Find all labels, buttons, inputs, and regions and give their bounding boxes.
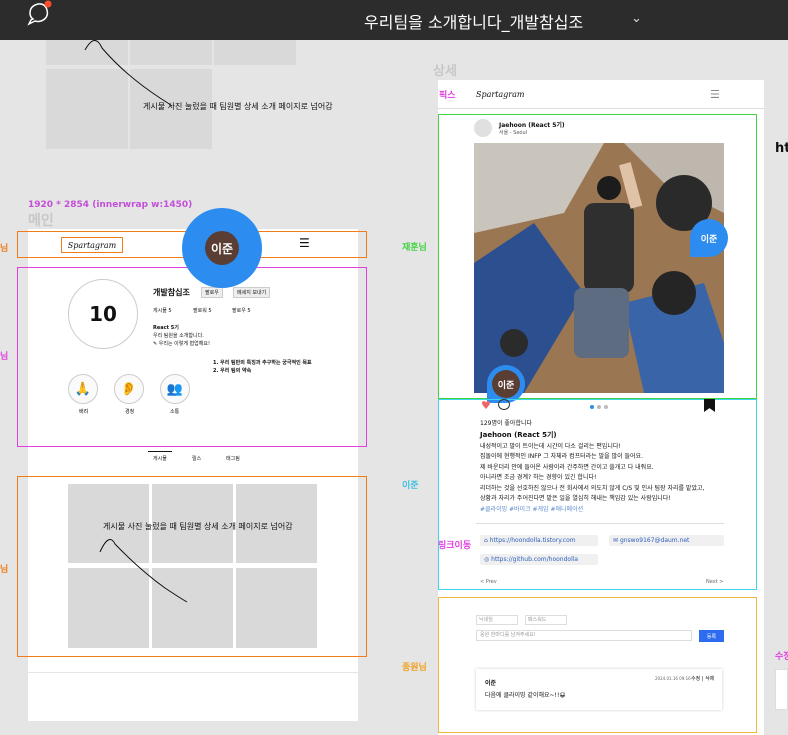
password-input[interactable]: 패스워드 [525,615,567,625]
comment-author: 이준 [485,680,497,687]
link-text[interactable]: gnswo9167@daum.net [620,537,689,544]
avatar [474,119,492,137]
side-label: 픽스 [439,91,456,101]
heart-icon[interactable]: ♥ [481,399,491,412]
tab-reels[interactable]: 릴스 [192,455,201,462]
annotation-arrow [99,539,188,603]
bio-line: 우리 팀원을 소개합니다. [153,333,204,339]
bio-title: React 5기 [153,325,179,331]
divider [28,672,358,673]
comment-actions[interactable]: 수정 | 삭제 [691,675,714,682]
climbing-photo [474,143,724,393]
side-label: 님 [0,565,9,575]
github-link[interactable]: ◎ https://github.com/hoondolla [480,554,598,565]
pray-icon[interactable]: 🙏 [68,374,98,404]
side-label: 이준 [402,481,419,491]
bio-line: ✎ 우리는 이렇게 협업해요! [153,341,210,347]
post-line: 집돌이에 현행적인 INFP 그 자체라 컴프터라는 말을 많이 들어요. [480,453,643,460]
post-line: 상황과 자리가 주어진다면 맡은 일을 열심히 해내는 책임감 있는 사람입니다… [480,495,671,502]
stat-following: 팔로우 5 [232,308,251,314]
nickname-input[interactable]: 닉네임 [476,615,518,625]
post-line: 제 바운더리 안에 들어온 사람이라 간주하면 간이고 쓸개고 다 내줘요. [480,464,654,471]
email-link[interactable]: ✉ gnswo9167@daum.net [609,535,724,546]
chevron-down-icon[interactable]: ⌄ [631,11,642,26]
follow-button[interactable]: 팔로우 [201,287,223,298]
link-text[interactable]: https://github.com/hoondolla [491,556,578,563]
tab-tagged[interactable]: 태그됨 [226,455,240,462]
menu-icon[interactable]: ☰ [710,88,720,101]
ear-icon[interactable]: 👂 [114,374,144,404]
prev-button[interactable]: < Prev [480,579,497,585]
post-line: 리더하는 것을 선호하진 않으나 전 회사에서 의도치 않게 C/S 및 인사 … [480,485,705,492]
post-line: 아니라면 조금 경계? 하는 경향이 있긴 합니다! [480,474,597,481]
divider [438,108,764,109]
side-label: 종원님 [402,663,427,673]
divider [476,523,724,524]
post-photo[interactable] [474,143,724,393]
blog-link[interactable]: ⌂ https://hoondolla.tistory.com [480,535,598,546]
cursor-name: 이준 [492,370,520,398]
partial-label: ht [775,141,788,156]
active-tab-indicator [148,451,172,452]
annotation-arrow [84,40,173,107]
collaborator-cursor: 이준 [690,219,728,257]
profile-annotation-box [17,267,367,447]
team-name: 개발참십조 [153,288,190,297]
next-button[interactable]: Next > [706,579,723,585]
cursor-name: 이준 [205,231,239,265]
side-label: 님 [0,244,9,254]
carousel-dot[interactable] [604,405,608,409]
avatar: 10 [68,279,138,349]
section-title: 메인 [28,213,54,229]
link-text[interactable]: https://hoondolla.tistory.com [490,537,576,544]
annotation-text: 게시물 사진 눌렀을 때 팀원별 상세 소개 페이지로 넘어감 [143,102,333,111]
goal-item: 2. 우리 팀의 약속 [213,368,252,374]
post-tags[interactable]: #클라이밍 #바이크 #게임 #애니메이션 [480,504,583,513]
cursor-name: 이준 [696,225,722,251]
highlight-label: 소통 [170,409,180,415]
highlight-label: 배려 [79,409,89,415]
post-headline: Jaehoon (React 5기) [480,431,557,439]
side-label: 수정 [775,652,788,662]
post-author[interactable]: Jaehoon (React 5기) [499,120,565,129]
message-button[interactable]: 메세지 보내기 [233,287,271,298]
goal-item: 1. 우리 팀만의 특징과 추구하는 궁극적인 목표 [213,360,312,366]
collaborator-cursor: 이준 [487,365,525,403]
top-bar: 우리팀을 소개합니다_개발참십조 ⌄ [0,0,788,40]
spec-label: 1920 * 2854 (innerwrap w:1450) [28,200,193,210]
menu-icon[interactable]: ☰ [299,236,310,250]
comment-icon[interactable] [25,0,55,26]
logo[interactable]: Spartagram [61,237,123,253]
submit-button[interactable]: 등록 [699,630,724,642]
carousel-dot[interactable] [590,405,594,409]
comment-text: 다음에 클라이밍 같이해요~!!😀 [485,692,566,699]
post-location: 서울 - Seoul [499,130,528,136]
annotation-text: 게시물 사진 눌렀을 때 팀원별 상세 소개 페이지로 넘어감 [103,522,293,531]
grid-cell[interactable] [236,568,317,648]
file-title[interactable]: 우리팀을 소개합니다_개발참십조 [364,9,583,33]
comment-bubble-icon[interactable] [498,399,510,410]
section-title: 상세 [433,64,457,79]
stat-posts: 게시물 5 [153,308,172,314]
carousel-dot[interactable] [597,405,601,409]
partial-card [775,669,788,710]
people-icon[interactable]: 👥 [160,374,190,404]
collaborator-cursor: 이준 [182,208,262,288]
tab-posts[interactable]: 게시물 [153,455,167,462]
logo[interactable]: Spartagram [476,90,524,99]
side-label: 링크이동 [438,541,472,551]
comment-input[interactable]: 응원 한마디를 남겨주세요! [476,630,692,641]
comment-meta: 2024.01.16 09:16 [655,676,691,681]
likes-count: 129명이 좋아합니다 [480,420,532,427]
highlight-label: 경청 [125,409,135,415]
stat-followers: 팔로워 5 [193,308,212,314]
post-line: 내성적이고 말이 트이는데 시간이 다소 걸리는 편입니다! [480,443,621,450]
side-label: 님 [0,352,9,362]
side-label: 재훈님 [402,243,427,253]
grid-cell [214,40,296,65]
